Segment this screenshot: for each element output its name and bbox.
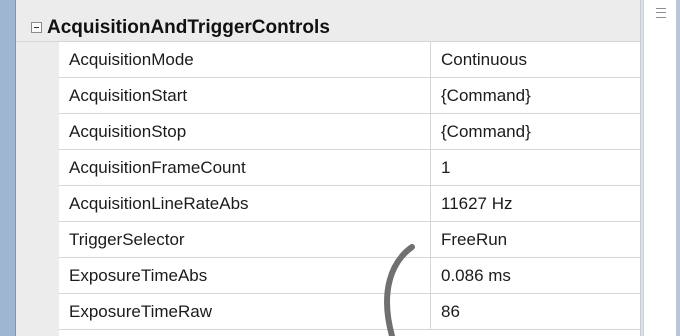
property-name: AcquisitionFrameCount [69, 158, 246, 177]
property-row[interactable]: AcquisitionStart {Command} [59, 78, 640, 114]
property-value[interactable]: 0.086 ms [441, 258, 631, 293]
property-value[interactable]: {Command} [441, 78, 631, 113]
category-title: AcquisitionAndTriggerControls [47, 17, 330, 38]
property-value[interactable]: 86 [441, 294, 631, 329]
property-row[interactable]: ExposureTimeRaw 86 [59, 294, 640, 330]
property-name: AcquisitionStop [69, 122, 187, 141]
property-value[interactable]: {Command} [441, 114, 631, 149]
property-name: AcquisitionLineRateAbs [69, 194, 249, 213]
property-name: ExposureTimeAbs [69, 266, 208, 285]
column-divider[interactable] [430, 42, 431, 77]
property-row[interactable]: AcquisitionMode Continuous [59, 42, 640, 78]
property-name: ExposureTimeRaw [69, 302, 212, 321]
scrollbar-thumb[interactable] [643, 0, 677, 336]
property-value[interactable]: 11627 Hz [441, 186, 631, 221]
column-divider[interactable] [430, 258, 431, 293]
column-divider[interactable] [430, 294, 431, 329]
collapse-minus-icon[interactable] [31, 22, 42, 33]
property-value[interactable]: Continuous [441, 42, 631, 77]
column-divider[interactable] [430, 78, 431, 113]
scroll-grip-icon [656, 8, 666, 18]
column-divider[interactable] [430, 114, 431, 149]
property-row[interactable]: ExposureTimeAbs 0.086 ms [59, 258, 640, 294]
window-frame-left [0, 0, 16, 336]
property-value[interactable]: 1 [441, 150, 631, 185]
property-row[interactable]: AcquisitionLineRateAbs 11627 Hz [59, 186, 640, 222]
vertical-scrollbar[interactable] [640, 0, 680, 336]
column-divider[interactable] [430, 150, 431, 185]
property-value[interactable]: FreeRun [441, 222, 631, 257]
property-grid: AcquisitionAndTriggerControls Acquisitio… [16, 0, 640, 336]
property-name: AcquisitionStart [69, 86, 188, 105]
property-name: TriggerSelector [69, 230, 185, 249]
property-row[interactable]: AcquisitionStop {Command} [59, 114, 640, 150]
column-divider[interactable] [430, 222, 431, 257]
property-row[interactable]: AcquisitionFrameCount 1 [59, 150, 640, 186]
category-header[interactable]: AcquisitionAndTriggerControls [16, 0, 640, 42]
window-frame-right [676, 0, 680, 336]
column-divider[interactable] [430, 186, 431, 221]
category-margin [16, 42, 59, 336]
property-name: AcquisitionMode [69, 50, 194, 69]
property-row[interactable]: TriggerSelector FreeRun [59, 222, 640, 258]
